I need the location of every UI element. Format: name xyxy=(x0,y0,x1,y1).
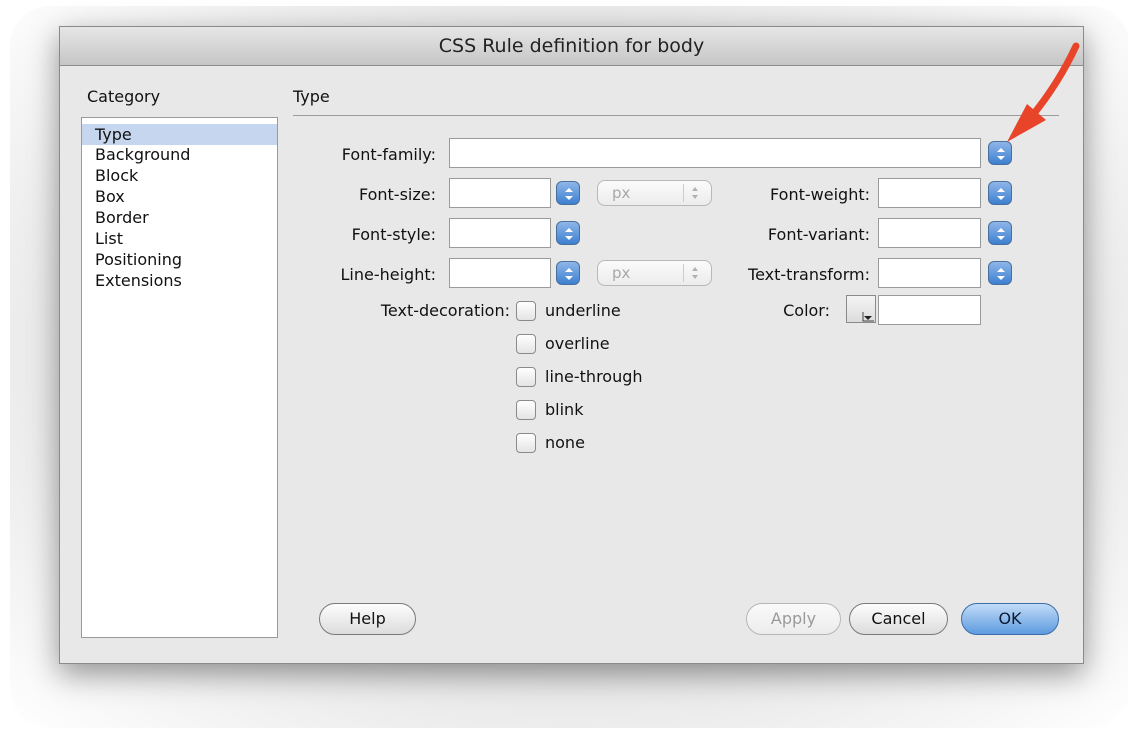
red-annotation-arrow xyxy=(1007,42,1080,142)
